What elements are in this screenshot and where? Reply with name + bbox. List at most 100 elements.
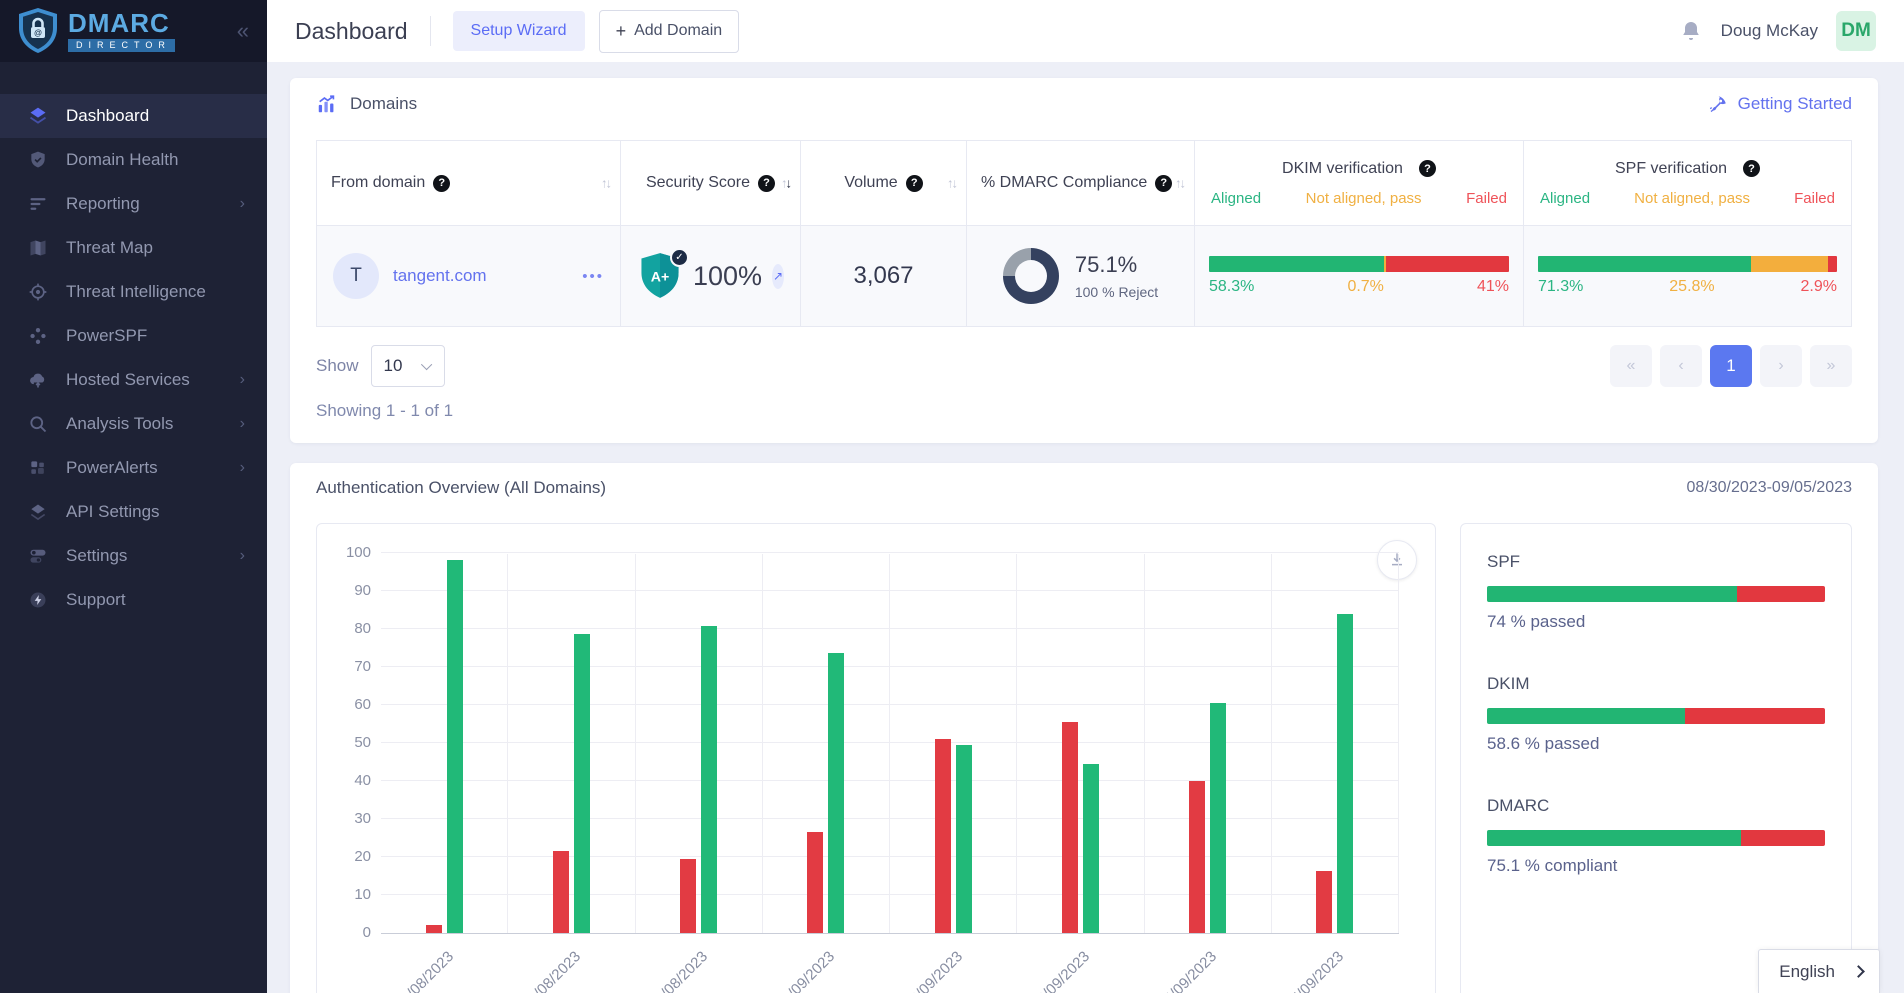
y-tick-label: 60 [337,696,371,713]
dkim-failed-value: 41% [1477,278,1509,296]
chevron-right-icon [1852,965,1865,978]
notifications-bell-icon[interactable] [1679,19,1703,43]
pagination: « ‹ 1 › » [1610,345,1852,387]
sidebar-item-label: Analysis Tools [66,414,173,434]
brand-name: DMARC [68,10,175,36]
sub-label-failed: Failed [1466,190,1507,207]
spf-failed-value: 2.9% [1801,278,1837,296]
showing-text: Showing 1 - 1 of 1 [316,401,1852,443]
setup-wizard-button[interactable]: Setup Wizard [453,11,585,51]
y-tick-label: 80 [337,620,371,637]
sidebar-item-support[interactable]: Support [0,578,267,622]
add-domain-label: Add Domain [634,22,722,40]
x-tick-label: 05/09/2023 [1282,948,1347,993]
add-domain-button[interactable]: + Add Domain [599,10,740,53]
sidebar-item-domain-health[interactable]: Domain Health [0,138,267,182]
logo-text: DMARC DIRECTOR [68,10,175,52]
summary-label: DMARC [1487,796,1825,816]
sidebar-item-label: Dashboard [66,106,149,126]
sidebar-item-label: Hosted Services [66,370,190,390]
domains-card-head: Domains Getting Started [290,78,1878,130]
page-size-select[interactable]: 10 [371,345,445,387]
cloud-icon [28,369,50,391]
sort-icon[interactable]: ↑↓ [1175,176,1184,191]
page-size-value: 10 [384,356,403,376]
help-icon[interactable]: ? [433,175,450,192]
sidebar-item-label: Threat Intelligence [66,282,206,302]
page-title: Dashboard [295,18,408,45]
getting-started-link[interactable]: Getting Started [1708,94,1852,114]
chart-inner: 0102030405060708090100 29/08/202330/08/2… [381,554,1399,993]
chevron-right-icon: › [240,371,245,389]
bar-green [956,745,972,933]
row-menu-icon[interactable]: ••• [582,268,604,285]
next-page-button[interactable]: › [1760,345,1802,387]
auth-card-head: Authentication Overview (All Domains) 08… [290,463,1878,513]
summary-dmarc: DMARC 75.1 % compliant [1487,796,1825,876]
sidebar-item-dashboard[interactable]: Dashboard [0,94,267,138]
domains-table-header: From domain ? ↑↓ Security Score ? ↑↓ Vol… [317,141,1851,225]
bar-red [426,925,442,933]
sidebar-item-hosted-services[interactable]: Hosted Services › [0,358,267,402]
help-icon[interactable]: ? [1155,175,1172,192]
cell-dmarc-compliance: 75.1% 100 % Reject [967,226,1195,326]
prev-page-button[interactable]: ‹ [1660,345,1702,387]
dkim-bar-labels: 58.3% 0.7% 41% [1209,278,1509,296]
help-icon[interactable]: ? [1743,160,1760,177]
magnifier-icon [28,413,50,435]
getting-started-label: Getting Started [1738,94,1852,114]
sidebar-item-label: Domain Health [66,150,178,170]
spf-sub-labels: Aligned Not aligned, pass Failed [1540,190,1835,207]
domain-link[interactable]: tangent.com [393,266,487,286]
y-tick-label: 10 [337,886,371,903]
score-shield-icon: A+ ✓ [637,252,683,300]
help-icon[interactable]: ? [906,175,923,192]
auth-title: Authentication Overview (All Domains) [316,478,606,498]
spf-aligned-value: 71.3% [1538,278,1583,296]
spf-bar-labels: 71.3% 25.8% 2.9% [1538,278,1837,296]
table-footer: Show 10 « ‹ 1 › » [316,345,1852,387]
bar-group [1145,554,1272,933]
sub-label-aligned: Aligned [1540,190,1590,207]
sidebar-collapse-icon[interactable]: « [237,18,249,44]
page-number-button[interactable]: 1 [1710,345,1752,387]
rocket-icon [1708,94,1728,114]
user-avatar[interactable]: DM [1836,11,1876,51]
date-range: 08/30/2023-09/05/2023 [1687,479,1852,497]
summary-caption: 58.6 % passed [1487,734,1825,754]
sidebar-item-analysis-tools[interactable]: Analysis Tools › [0,402,267,446]
sort-icon[interactable]: ↑↓ [947,176,956,191]
last-page-button[interactable]: » [1810,345,1852,387]
domain-avatar: T [333,253,379,299]
score-value: 100% [693,261,762,292]
sort-icon[interactable]: ↑↓ [601,176,610,191]
sidebar-item-settings[interactable]: Settings › [0,534,267,578]
language-selector[interactable]: English [1758,949,1880,993]
help-icon[interactable]: ? [758,175,775,192]
sub-label-not-aligned: Not aligned, pass [1634,190,1750,207]
auth-overview-card: Authentication Overview (All Domains) 08… [290,463,1878,993]
sidebar-item-api-settings[interactable]: API Settings [0,490,267,534]
y-tick-label: 100 [337,544,371,561]
auth-chart: 0102030405060708090100 29/08/202330/08/2… [316,523,1436,993]
sidebar-item-reporting[interactable]: Reporting › [0,182,267,226]
compliance-text: 75.1% 100 % Reject [1075,252,1158,300]
sidebar-item-powerspf[interactable]: PowerSPF [0,314,267,358]
help-icon[interactable]: ? [1419,160,1436,177]
summary-label: DKIM [1487,674,1825,694]
sidebar-item-poweralerts[interactable]: PowerAlerts › [0,446,267,490]
sort-icon[interactable]: ↑↓ [781,176,790,191]
report-lines-icon [28,193,50,215]
bar-group [890,554,1017,933]
external-link-icon[interactable]: ↗ [772,264,784,289]
x-tick-label: 03/09/2023 [1028,948,1093,993]
first-page-button[interactable]: « [1610,345,1652,387]
main-area: Dashboard Setup Wizard + Add Domain Doug… [267,0,1904,993]
sidebar-item-label: PowerSPF [66,326,147,346]
sidebar-item-label: Settings [66,546,127,566]
col-label: % DMARC Compliance [981,174,1147,192]
sidebar-item-threat-map[interactable]: Threat Map [0,226,267,270]
auth-body: 0102030405060708090100 29/08/202330/08/2… [290,513,1878,993]
volume-value: 3,067 [853,262,913,290]
sidebar-item-threat-intelligence[interactable]: Threat Intelligence [0,270,267,314]
